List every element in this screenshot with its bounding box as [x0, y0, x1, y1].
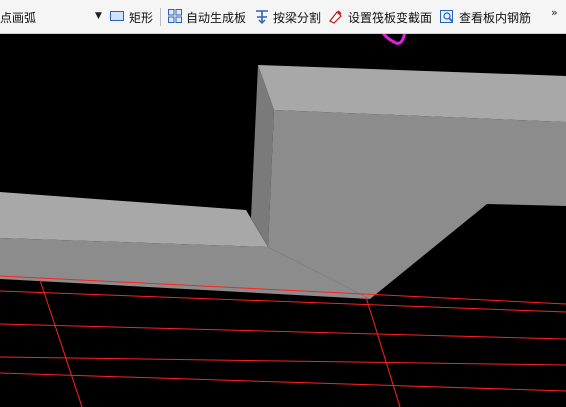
axis-grid	[0, 275, 566, 407]
view-slab-rebar-button[interactable]: 查看板内钢筋	[459, 9, 531, 27]
auto-generate-slab-button[interactable]: 自动生成板	[186, 9, 246, 27]
pen-annotation-stroke	[381, 34, 406, 45]
structure-model	[0, 65, 566, 299]
grid-line	[0, 323, 566, 340]
grid-line	[39, 279, 83, 407]
split-by-beam-button[interactable]: 按梁分割	[273, 9, 321, 27]
grid-line	[0, 372, 566, 392]
draw-mode-dropdown[interactable]: 点画弧 ▼	[0, 6, 103, 28]
rectangle-icon	[110, 11, 124, 21]
toolbar-overflow-button[interactable]: »	[551, 6, 558, 19]
slab-top-face	[0, 192, 268, 247]
split-by-beam-icon	[256, 10, 268, 24]
rectangle-button[interactable]: 矩形	[129, 9, 153, 27]
3d-viewport[interactable]	[0, 34, 566, 407]
toolbar: 点画弧 ▼ 矩形 自动生成板 按梁分割 设置筏板变截面 查看板内钢筋 »	[0, 0, 566, 34]
draw-mode-value: 点画弧	[0, 11, 37, 25]
auto-slab-icon	[168, 9, 182, 23]
raft-slope-icon	[329, 10, 342, 24]
grid-line	[365, 296, 401, 407]
grid-line	[0, 356, 566, 366]
toolbar-separator	[160, 8, 161, 26]
set-raft-slope-button[interactable]: 设置筏板变截面	[348, 9, 432, 27]
view-rebar-icon	[440, 10, 454, 23]
chevron-down-icon: ▼	[95, 11, 102, 21]
